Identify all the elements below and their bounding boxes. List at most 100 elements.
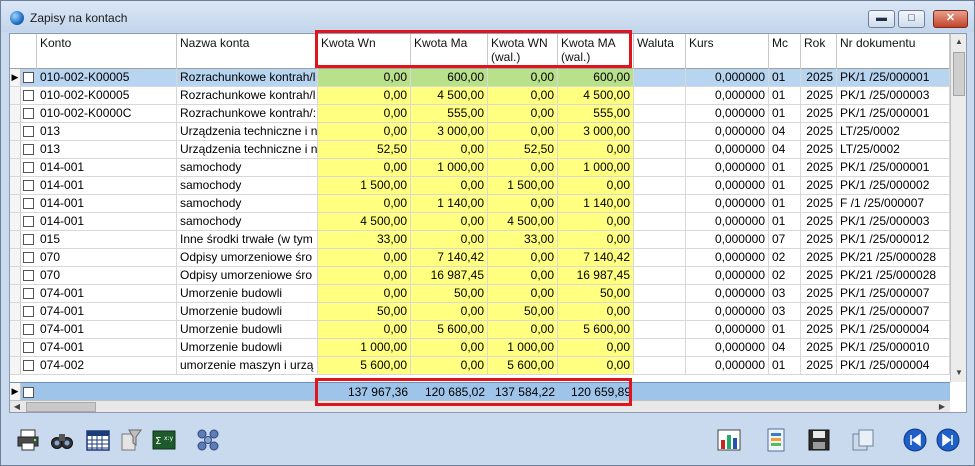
cell-kwota-ma[interactable]: 7 140,42	[411, 249, 488, 266]
table-row[interactable]: 010-002-K0000C Rozrachunkowe kontrah/: 0,0…	[10, 105, 950, 123]
cell-nr-dokumentu[interactable]: PK/1 /25/000007	[837, 303, 950, 320]
cell-kwota-wn[interactable]: 1 000,00	[318, 339, 411, 356]
cell-kwota-ma-wal[interactable]: 0,00	[558, 177, 634, 194]
cell-kwota-wn-wal[interactable]: 0,00	[488, 105, 558, 122]
cell-nazwa[interactable]: Rozrachunkowe kontrah/l	[177, 87, 318, 104]
header-konto[interactable]: Konto	[37, 34, 177, 69]
cell-mc[interactable]: 01	[769, 159, 801, 176]
minimize-button[interactable]: ▬	[868, 10, 895, 28]
header-kwota-ma-wal[interactable]: Kwota MA (wal.)	[558, 34, 634, 69]
cell-nr-dokumentu[interactable]: PK/1 /25/000007	[837, 285, 950, 302]
cell-rok[interactable]: 2025	[801, 357, 837, 374]
cell-kwota-ma[interactable]: 0,00	[411, 339, 488, 356]
cell-kwota-wn-wal[interactable]: 0,00	[488, 249, 558, 266]
cell-kurs[interactable]: 0,000000	[686, 159, 769, 176]
cell-waluta[interactable]	[634, 123, 686, 140]
cell-nazwa[interactable]: Rozrachunkowe kontrah/:	[177, 105, 318, 122]
save-button[interactable]	[804, 425, 834, 455]
row-checkbox[interactable]	[23, 288, 34, 299]
cell-kwota-wn-wal[interactable]: 0,00	[488, 285, 558, 302]
close-button[interactable]: ✕	[933, 10, 968, 28]
cell-kwota-ma-wal[interactable]: 7 140,42	[558, 249, 634, 266]
cell-kurs[interactable]: 0,000000	[686, 267, 769, 284]
cell-kurs[interactable]: 0,000000	[686, 249, 769, 266]
cell-kwota-wn-wal[interactable]: 33,00	[488, 231, 558, 248]
totals-checkbox[interactable]	[23, 387, 34, 398]
cell-mc[interactable]: 04	[769, 339, 801, 356]
cell-kwota-ma-wal[interactable]: 0,00	[558, 141, 634, 158]
cell-rok[interactable]: 2025	[801, 303, 837, 320]
cell-konto[interactable]: 014-001	[37, 177, 177, 194]
cell-waluta[interactable]	[634, 231, 686, 248]
row-checkbox[interactable]	[23, 270, 34, 281]
cell-mc[interactable]: 04	[769, 123, 801, 140]
row-checkbox[interactable]	[23, 306, 34, 317]
cell-kwota-wn[interactable]: 1 500,00	[318, 177, 411, 194]
cell-waluta[interactable]	[634, 321, 686, 338]
cell-nazwa[interactable]: samochody	[177, 213, 318, 230]
cell-kwota-ma[interactable]: 3 000,00	[411, 123, 488, 140]
copy-button[interactable]	[848, 425, 878, 455]
cell-kurs[interactable]: 0,000000	[686, 87, 769, 104]
cell-rok[interactable]: 2025	[801, 321, 837, 338]
cell-nazwa[interactable]: umorzenie maszyn i urzą	[177, 357, 318, 374]
table-row[interactable]: 014-001 samochody 0,00 1 000,00 0,00 1 000,00…	[10, 159, 950, 177]
previous-button[interactable]	[900, 425, 930, 455]
cell-kwota-wn-wal[interactable]: 0,00	[488, 159, 558, 176]
cell-kwota-ma[interactable]: 0,00	[411, 177, 488, 194]
cell-waluta[interactable]	[634, 177, 686, 194]
cell-kwota-wn-wal[interactable]: 0,00	[488, 69, 558, 86]
cell-waluta[interactable]	[634, 303, 686, 320]
cell-nazwa[interactable]: Umorzenie budowli	[177, 303, 318, 320]
scroll-left-icon[interactable]: ◀	[10, 401, 24, 412]
cell-rok[interactable]: 2025	[801, 177, 837, 194]
cell-nr-dokumentu[interactable]: PK/21 /25/000028	[837, 249, 950, 266]
cell-kwota-ma-wal[interactable]: 0,00	[558, 357, 634, 374]
header-mc[interactable]: Mc	[769, 34, 801, 69]
cell-waluta[interactable]	[634, 195, 686, 212]
cell-kwota-ma-wal[interactable]: 16 987,45	[558, 267, 634, 284]
row-checkbox[interactable]	[23, 180, 34, 191]
cell-nr-dokumentu[interactable]: PK/1 /25/000003	[837, 213, 950, 230]
header-rok[interactable]: Rok	[801, 34, 837, 69]
cell-waluta[interactable]	[634, 357, 686, 374]
cell-nr-dokumentu[interactable]: PK/1 /25/000002	[837, 177, 950, 194]
cell-kwota-ma-wal[interactable]: 555,00	[558, 105, 634, 122]
cell-kwota-ma[interactable]: 16 987,45	[411, 267, 488, 284]
cell-waluta[interactable]	[634, 105, 686, 122]
table-row[interactable]: 070 Odpisy umorzeniowe śro 0,00 16 987,45 0,…	[10, 267, 950, 285]
cell-nr-dokumentu[interactable]: PK/1 /25/000004	[837, 321, 950, 338]
cell-konto[interactable]: 013	[37, 141, 177, 158]
cell-mc[interactable]: 01	[769, 69, 801, 86]
header-kurs[interactable]: Kurs	[686, 34, 769, 69]
cell-kwota-wn-wal[interactable]: 52,50	[488, 141, 558, 158]
cell-nr-dokumentu[interactable]: PK/1 /25/000004	[837, 357, 950, 374]
header-kwota-wn-wal[interactable]: Kwota WN (wal.)	[488, 34, 558, 69]
cell-konto[interactable]: 074-001	[37, 303, 177, 320]
table-row[interactable]: 014-001 samochody 0,00 1 140,00 0,00 1 140,00…	[10, 195, 950, 213]
cell-waluta[interactable]	[634, 285, 686, 302]
cell-nr-dokumentu[interactable]: PK/1 /25/000001	[837, 69, 950, 86]
cell-waluta[interactable]	[634, 213, 686, 230]
cell-kwota-wn[interactable]: 0,00	[318, 267, 411, 284]
cell-kwota-ma-wal[interactable]: 4 500,00	[558, 87, 634, 104]
cell-nazwa[interactable]: Umorzenie budowli	[177, 339, 318, 356]
cell-kwota-wn-wal[interactable]: 0,00	[488, 87, 558, 104]
cell-nr-dokumentu[interactable]: PK/21 /25/000028	[837, 267, 950, 284]
cell-kurs[interactable]: 0,000000	[686, 195, 769, 212]
cell-nazwa[interactable]: Rozrachunkowe kontrah/l	[177, 69, 318, 86]
cell-kwota-wn[interactable]: 0,00	[318, 87, 411, 104]
cell-kurs[interactable]: 0,000000	[686, 177, 769, 194]
vertical-scrollbar[interactable]: ▲ ▼	[950, 34, 966, 382]
cell-waluta[interactable]	[634, 69, 686, 86]
cell-nr-dokumentu[interactable]: LT/25/0002	[837, 123, 950, 140]
row-checkbox[interactable]	[23, 216, 34, 227]
cell-waluta[interactable]	[634, 87, 686, 104]
cell-kwota-wn-wal[interactable]: 5 600,00	[488, 357, 558, 374]
table-row[interactable]: 014-001 samochody 1 500,00 0,00 1 500,00 0,00…	[10, 177, 950, 195]
cell-kwota-wn[interactable]: 52,50	[318, 141, 411, 158]
horizontal-scroll-thumb[interactable]	[26, 402, 96, 412]
table-row[interactable]: 013 Urządzenia techniczne i n 52,50 0,00 52,…	[10, 141, 950, 159]
table-row[interactable]: 074-001 Umorzenie budowli 50,00 0,00 50,00 0,…	[10, 303, 950, 321]
cell-konto[interactable]: 070	[37, 267, 177, 284]
